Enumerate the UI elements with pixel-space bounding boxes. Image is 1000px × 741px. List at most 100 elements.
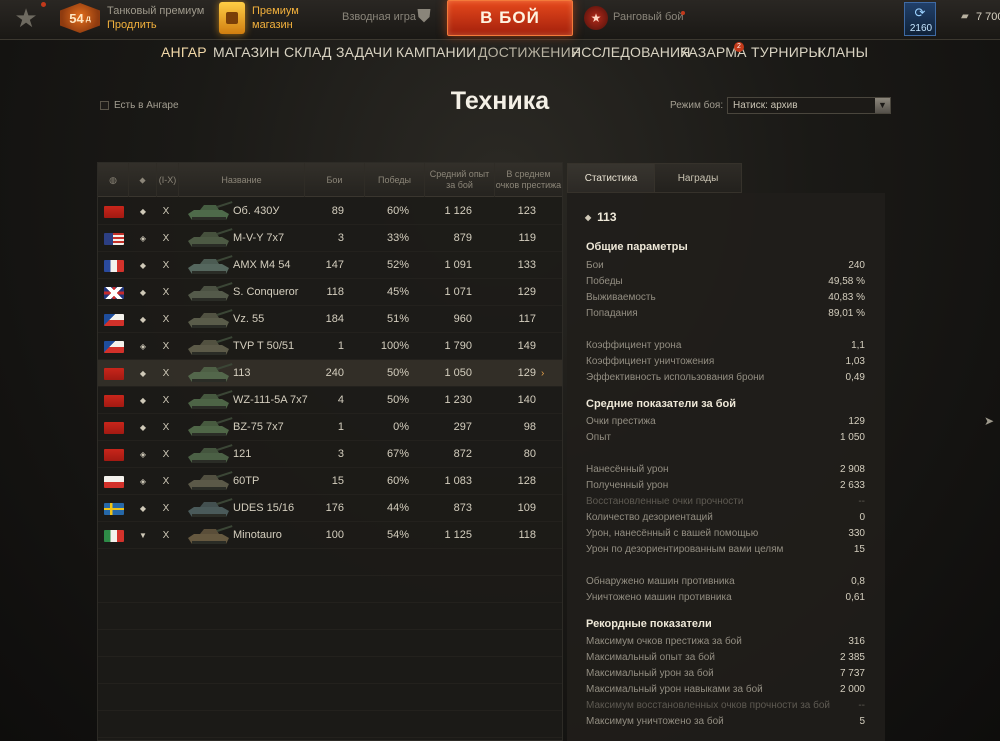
stats-section-title: Общие параметры: [586, 241, 688, 253]
table-row[interactable]: ◆ X 113 240 50% 1 050 129 ›: [98, 360, 562, 387]
cell-name: 121: [233, 448, 252, 460]
cell-name: TVP T 50/51: [233, 340, 295, 352]
selected-tank-name: ◆ 113: [585, 210, 617, 224]
stat-label: Очки престижа: [586, 416, 656, 427]
nav-item-6[interactable]: Исследования: [571, 44, 691, 60]
battle-mode-select[interactable]: Натиск: архив ▼: [727, 97, 891, 114]
nav-item-1[interactable]: Магазин: [213, 44, 280, 60]
flag-china-icon: [104, 449, 124, 461]
battle-button[interactable]: В БОЙ: [447, 0, 573, 36]
table-row[interactable]: ◆ X WZ-111-5A 7x7 4 50% 1 230 140: [98, 387, 562, 414]
cell-name: BZ-75 7x7: [233, 421, 284, 433]
extend-premium-link[interactable]: Продлить: [107, 18, 204, 32]
stat-row: Максимум восстановленных очков прочности…: [586, 699, 865, 713]
table-row[interactable]: ◆ X Vz. 55 184 51% 960 117: [98, 306, 562, 333]
cell-wins: 52%: [386, 259, 409, 271]
table-row[interactable]: ◆ X BZ-75 7x7 1 0% 297 98: [98, 414, 562, 441]
selected-tank-label: 113: [597, 210, 617, 224]
stat-value: 0,61: [845, 592, 865, 603]
avg-xp-column-header[interactable]: Средний опыт за бой: [424, 163, 494, 197]
avg-prestige-column-header[interactable]: В среднем очков престижа: [494, 163, 562, 197]
chevron-right-icon: ›: [541, 368, 545, 379]
gold-balance[interactable]: ⟳ 2160: [904, 2, 936, 36]
stat-label: Уничтожено машин противника: [586, 592, 732, 603]
flag-china-icon: [104, 395, 124, 407]
tab-awards[interactable]: Награды: [654, 163, 742, 193]
tank-premium: Танковый премиум Продлить: [107, 4, 204, 32]
cell-prestige: 80: [523, 448, 536, 460]
cell-wins: 45%: [386, 286, 409, 298]
nav-item-2[interactable]: Склад: [284, 44, 332, 60]
stat-value: 2 633: [839, 480, 865, 491]
battles-column-header[interactable]: Бои: [304, 163, 364, 197]
star-rank-icon[interactable]: ★: [4, 0, 48, 36]
table-row[interactable]: ◈ X TVP T 50/51 1 100% 1 790 149: [98, 333, 562, 360]
tier-value: X: [162, 476, 170, 487]
table-row[interactable]: ◆ X AMX M4 54 147 52% 1 091 133: [98, 252, 562, 279]
cell-battles: 118: [326, 286, 344, 298]
platoon-label[interactable]: Взводная игра: [342, 11, 416, 23]
cell-xp: 872: [453, 448, 472, 460]
cell-prestige: 133: [517, 259, 536, 271]
cell-prestige: 119: [518, 232, 536, 244]
cell-xp: 1 125: [444, 529, 472, 541]
vehicle-type-icon: ⬥: [139, 174, 146, 185]
tab-statistics[interactable]: Статистика: [567, 163, 655, 193]
cell-prestige: 128: [517, 475, 536, 487]
stat-row: Максимум уничтожено за бой 5: [586, 715, 865, 729]
tier-value: X: [162, 503, 170, 514]
nav-item-3[interactable]: Задачи: [336, 44, 393, 60]
credits-value: 7 700: [976, 11, 1000, 23]
premium-shop-icon[interactable]: [219, 2, 245, 34]
wins-column-header[interactable]: Победы: [364, 163, 424, 197]
flag-sweden-icon: [104, 503, 124, 515]
table-row[interactable]: ◆ X Об. 430У 89 60% 1 126 123: [98, 198, 562, 225]
cell-xp: 1 071: [444, 286, 472, 298]
stat-row: Уничтожено машин противника 0,61: [586, 591, 865, 605]
ranked-battle-label[interactable]: Ранговый бой: [613, 11, 684, 23]
table-row[interactable]: ◈ X M-V-Y 7x7 3 33% 879 119: [98, 225, 562, 252]
cell-prestige: 123: [517, 205, 536, 217]
name-column-header[interactable]: Название: [178, 163, 304, 197]
premium-shop-link[interactable]: Премиум магазин: [252, 4, 299, 32]
stat-row: Победы 49,58 %: [586, 275, 865, 289]
nav-item-4[interactable]: Кампании: [396, 44, 476, 60]
tier-column-header[interactable]: (I-X): [156, 163, 178, 197]
platoon-icon[interactable]: ⛊: [410, 6, 438, 30]
nav-item-0[interactable]: Ангар: [161, 44, 207, 60]
cell-xp: 1 790: [444, 340, 472, 352]
stat-label: Количество дезориентаций: [586, 512, 713, 523]
type-column-header[interactable]: ⬥: [128, 163, 156, 197]
nav-item-9[interactable]: Кланы: [818, 44, 868, 60]
medium-tank-icon: ◈: [139, 477, 147, 486]
ranked-battle-icon[interactable]: ★: [584, 6, 608, 30]
table-row[interactable]: ▼ X Minotauro 100 54% 1 125 118: [98, 522, 562, 549]
nav-item-5[interactable]: Достижения: [478, 44, 581, 60]
flag-poland-icon: [104, 476, 124, 488]
nation-column-header[interactable]: ◍: [98, 163, 128, 197]
stat-label: Бои: [586, 260, 604, 271]
nav-item-8[interactable]: Турниры: [751, 44, 821, 60]
flag-usa-icon: [104, 233, 124, 245]
table-row[interactable]: ◆ X UDES 15/16 176 44% 873 109: [98, 495, 562, 522]
tier-value: X: [162, 449, 170, 460]
stats-tabs: Статистика Награды: [567, 163, 742, 193]
stat-value: --: [858, 700, 865, 711]
stat-row: Выживаемость 40,83 %: [586, 291, 865, 305]
tank-thumbnail-icon: [188, 201, 233, 220]
heavy-tank-icon: ◆: [139, 207, 147, 216]
stat-label: Коэффициент уничтожения: [586, 356, 715, 367]
stat-value: 129: [848, 416, 865, 427]
stat-label: Максимальный урон за бой: [586, 668, 714, 679]
table-row[interactable]: ◆ X S. Conqueror 118 45% 1 071 129: [98, 279, 562, 306]
stat-label: Максимальный урон навыками за бой: [586, 684, 763, 695]
stat-value: 1,03: [845, 356, 865, 367]
premium-days-badge[interactable]: 54 д: [60, 3, 100, 33]
chevron-down-icon[interactable]: ▼: [875, 98, 890, 113]
stat-row: Эффективность использования брони 0,49: [586, 371, 865, 385]
heavy-tank-icon: ◆: [139, 504, 147, 513]
flag-czech-icon: [104, 341, 124, 353]
cell-xp: 1 091: [444, 259, 472, 271]
table-row[interactable]: ◈ X 121 3 67% 872 80: [98, 441, 562, 468]
table-row[interactable]: ◈ X 60TP 15 60% 1 083 128: [98, 468, 562, 495]
